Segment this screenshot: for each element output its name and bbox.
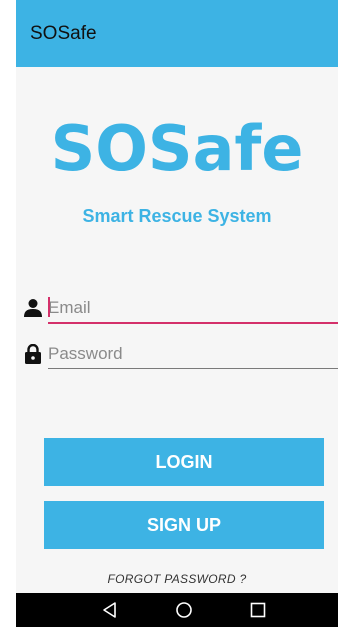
forgot-password-link[interactable]: FORGOT PASSWORD ? xyxy=(16,572,338,586)
password-field-row xyxy=(24,338,338,372)
password-underline xyxy=(48,368,338,369)
system-navigation-bar xyxy=(16,593,338,627)
home-circle-icon[interactable] xyxy=(174,600,194,620)
email-input[interactable] xyxy=(48,294,338,322)
person-icon xyxy=(24,299,42,317)
sign-up-button[interactable]: SIGN UP xyxy=(44,501,324,549)
back-triangle-icon[interactable] xyxy=(100,600,120,620)
password-input[interactable] xyxy=(48,340,338,368)
email-field-row xyxy=(24,292,338,326)
app-bar: SOSafe xyxy=(16,0,338,67)
app-logo: SOSafe xyxy=(50,112,304,185)
email-underline xyxy=(48,322,338,324)
lock-icon xyxy=(25,344,41,364)
app-tagline: Smart Rescue System xyxy=(82,206,272,226)
app-bar-title: SOSafe xyxy=(30,22,97,44)
text-caret xyxy=(48,297,50,317)
recents-square-icon[interactable] xyxy=(248,600,268,620)
login-button[interactable]: LOGIN xyxy=(44,438,324,486)
login-screen: SOSafe SOSafe Smart Rescue System LOGIN … xyxy=(16,0,338,627)
